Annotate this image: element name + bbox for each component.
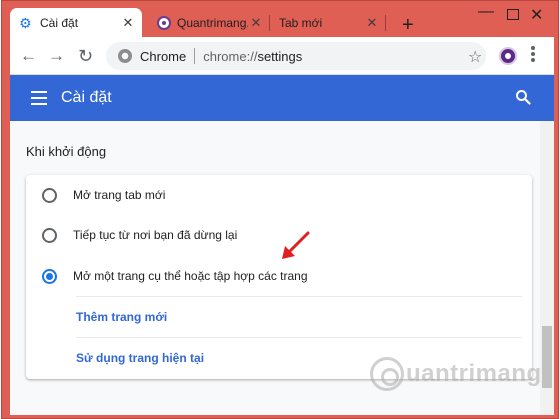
page-title: Cài đặt: [61, 89, 112, 106]
search-icon[interactable]: [515, 89, 531, 105]
chrome-site-icon: [118, 49, 132, 63]
url-scheme: chrome://: [203, 48, 258, 64]
watermark-text: uantrimang: [406, 360, 542, 387]
radio-label: Mở một trang cụ thể hoặc tập hợp các tra…: [73, 269, 308, 283]
watermark: uantrimang: [370, 357, 542, 391]
settings-header: Cài đặt: [10, 75, 554, 121]
settings-content: Khi khởi động Mở trang tab mới Tiếp tục …: [10, 121, 554, 415]
use-current-pages-link[interactable]: Sử dụng trang hiện tại: [76, 351, 204, 365]
address-bar[interactable]: Chrome chrome:// settings: [106, 42, 486, 70]
quantrimang-icon: [157, 15, 171, 30]
tab-title: Quantrimang.c: [177, 15, 248, 30]
forward-button[interactable]: →: [48, 46, 65, 66]
close-tab-icon[interactable]: ✕: [364, 15, 380, 31]
tab-strip: ⚙ Cài đặt ✕ Quantrimang.c ✕ Tab mới ✕ + …: [2, 1, 558, 37]
tab-title: Tab mới: [279, 15, 323, 30]
scrollbar-thumb[interactable]: [542, 326, 552, 388]
add-page-row[interactable]: Thêm trang mới: [76, 296, 522, 337]
watermark-logo-icon: [370, 357, 404, 391]
tab-new-tab[interactable]: Tab mới ✕: [270, 8, 386, 37]
new-tab-button[interactable]: +: [402, 15, 414, 35]
close-tab-icon[interactable]: ✕: [120, 15, 136, 31]
tab-quantrimang[interactable]: Quantrimang.c ✕: [148, 8, 270, 37]
annotation-arrow-icon: [282, 231, 310, 259]
minimize-button[interactable]: —: [478, 3, 494, 21]
startup-card: Mở trang tab mới Tiếp tục từ nơi bạn đã …: [26, 175, 532, 379]
hamburger-menu-icon[interactable]: [31, 91, 47, 105]
tab-title: Cài đặt: [40, 15, 79, 30]
radio-button[interactable]: [42, 227, 57, 243]
close-window-button[interactable]: ✕: [530, 5, 543, 24]
maximize-button[interactable]: [507, 9, 519, 20]
site-name: Chrome: [140, 48, 187, 64]
section-title: Khi khởi động: [26, 144, 107, 159]
radio-label: Tiếp tục từ nơi bạn đã dừng lại: [73, 228, 238, 242]
add-new-page-link[interactable]: Thêm trang mới: [76, 310, 167, 324]
close-tab-icon[interactable]: ✕: [248, 15, 264, 31]
url-path: settings: [257, 48, 303, 64]
radio-button[interactable]: [42, 187, 57, 203]
extension-icon[interactable]: [499, 47, 517, 65]
bookmark-star-icon[interactable]: ☆: [468, 47, 482, 67]
gear-icon: ⚙: [19, 14, 32, 31]
reload-button[interactable]: ↻: [78, 46, 93, 66]
tab-settings[interactable]: ⚙ Cài đặt ✕: [10, 8, 142, 37]
radio-button-checked[interactable]: [42, 268, 57, 284]
tab-separator: [385, 15, 386, 31]
back-button[interactable]: ←: [20, 46, 37, 66]
omnibox-divider: [194, 48, 196, 64]
browser-toolbar: ← → ↻ Chrome chrome:// settings ☆: [10, 37, 554, 75]
radio-label: Mở trang tab mới: [73, 188, 166, 202]
more-menu-icon[interactable]: [531, 46, 535, 64]
radio-option-new-tab[interactable]: Mở trang tab mới: [26, 175, 532, 215]
browser-window: ⚙ Cài đặt ✕ Quantrimang.c ✕ Tab mới ✕ + …: [1, 0, 559, 419]
